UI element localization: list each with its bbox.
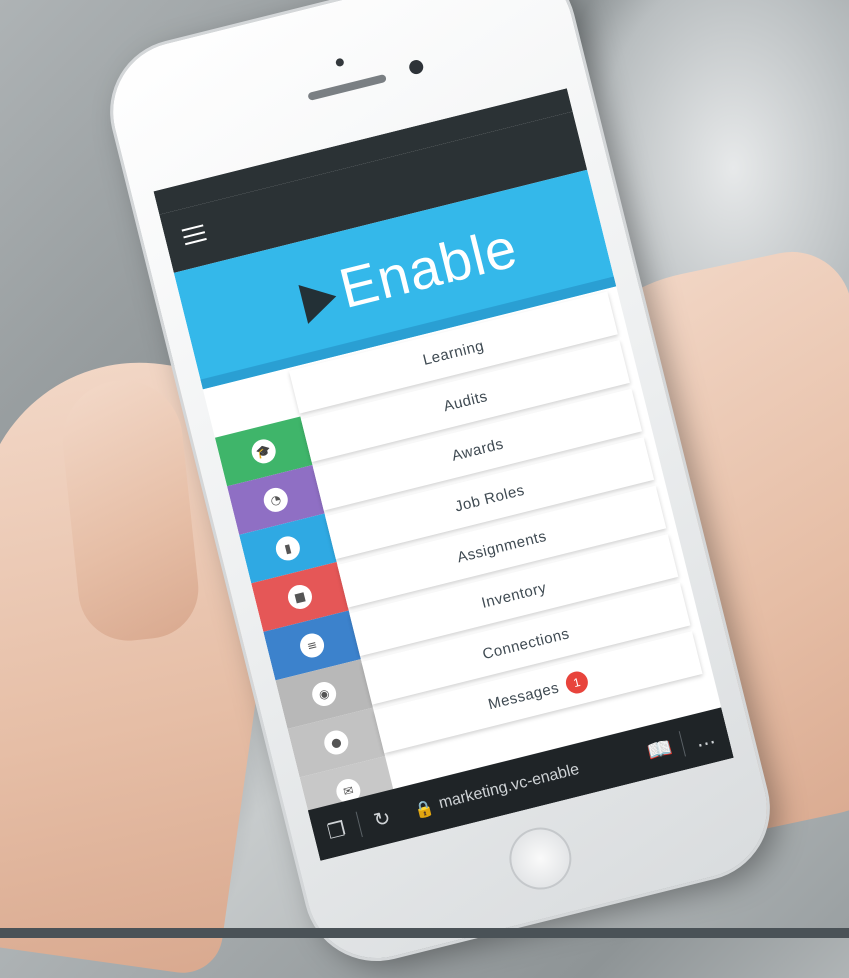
hamburger-menu-icon[interactable] bbox=[181, 224, 207, 246]
bottom-strip bbox=[0, 928, 849, 938]
reading-view-icon[interactable]: 📖 bbox=[634, 732, 684, 766]
more-options-icon[interactable]: ... bbox=[680, 721, 730, 755]
lock-icon: 🔒 bbox=[411, 796, 436, 820]
briefcase-icon: ■ bbox=[285, 582, 315, 612]
clipboard-icon: ≡ bbox=[297, 630, 327, 661]
book-icon: ▮ bbox=[273, 533, 303, 563]
camera-icon: ◉ bbox=[309, 679, 339, 709]
tabs-icon[interactable]: ❐ bbox=[311, 813, 361, 847]
people-icon: ● bbox=[321, 727, 351, 758]
menu-item-label: Messages bbox=[486, 678, 561, 713]
unread-count-badge: 1 bbox=[563, 669, 591, 696]
pie-chart-icon: ◔ bbox=[261, 485, 291, 515]
graduation-cap-icon: 🎓 bbox=[249, 436, 279, 466]
play-triangle-icon bbox=[298, 276, 342, 324]
refresh-icon[interactable]: ↻ bbox=[357, 801, 407, 835]
